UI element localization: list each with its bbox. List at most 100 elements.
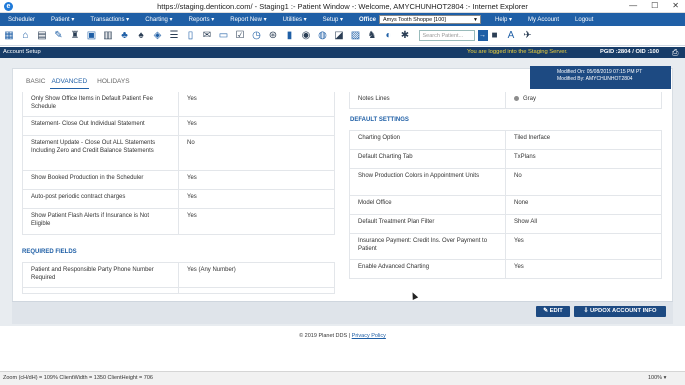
main-menubar: Scheduler Patient ▾ Transactions ▾ Chart… xyxy=(0,13,685,26)
doc-icon[interactable]: ▣ xyxy=(85,29,99,43)
table-row: Default Charting Tab TxPlans xyxy=(349,150,662,169)
menu-scheduler[interactable]: Scheduler xyxy=(0,17,43,23)
table-row: Patient and Responsible Party Phone Numb… xyxy=(22,262,335,288)
modified-info: Modified On: 05/08/2019 07:15 PM PT Modi… xyxy=(530,66,671,89)
eye-icon[interactable]: ◉ xyxy=(299,29,313,43)
copyright-text: © 2019 Planet DDS | xyxy=(299,333,351,339)
tab-holidays[interactable]: HOLIDAYS xyxy=(89,76,136,89)
setting-value: Yes xyxy=(179,92,335,116)
menu-reports[interactable]: Reports ▾ xyxy=(181,16,223,23)
setting-label: Insurance Payment: Credit Ins. Over Paym… xyxy=(349,234,506,259)
home-icon[interactable]: ⌂ xyxy=(19,29,33,43)
zoom-level-dropdown[interactable]: 100% ▾ xyxy=(648,372,666,385)
mail-icon[interactable]: ✉ xyxy=(200,29,214,43)
broadcast-icon[interactable]: ✈ xyxy=(521,29,535,43)
updox-account-info-button[interactable]: ⇩ UPDOX ACCOUNT INFO xyxy=(574,306,666,317)
setting-label: Show Production Colors in Appointment Un… xyxy=(349,169,506,195)
office-label: Office xyxy=(358,16,376,23)
check-doc-icon[interactable]: ☑ xyxy=(233,29,247,43)
menu-patient[interactable]: Patient ▾ xyxy=(43,16,82,23)
menu-help[interactable]: Help ▾ xyxy=(487,16,520,23)
people-icon[interactable]: ♣ xyxy=(118,29,132,43)
settings-icon[interactable]: ✱ xyxy=(398,29,412,43)
table-row: Show Production Colors in Appointment Un… xyxy=(349,169,662,196)
setting-label: Auto-post periodic contract charges xyxy=(22,190,179,208)
default-settings-title: DEFAULT SETTINGS xyxy=(350,117,409,123)
menu-report-new[interactable]: Report New ▾ xyxy=(222,16,274,23)
office-select[interactable]: Amys Tooth Shoppe [100] ▼ xyxy=(379,15,481,24)
pgid-oid: PGID :2804 / OID :100 xyxy=(600,49,659,55)
setting-label: Notes Lines xyxy=(349,92,506,108)
default-settings-table: Charting Option Tiled Inerface Default C… xyxy=(349,130,662,279)
setting-label: Default Charting Tab xyxy=(349,150,506,168)
tooth-chart-icon[interactable]: ◈ xyxy=(151,29,165,43)
menu-charting[interactable]: Charting ▾ xyxy=(137,16,180,23)
edit-button[interactable]: ✎ EDIT xyxy=(536,306,570,317)
patient-search-input[interactable]: Search Patient... xyxy=(418,30,475,41)
table-row: Enable Advanced Charting Yes xyxy=(349,260,662,279)
edit-icon[interactable]: ✎ xyxy=(52,29,66,43)
staging-notice: You are logged into the Staging Server. xyxy=(467,49,568,55)
maximize-button[interactable]: ☐ xyxy=(651,1,658,10)
search-go-icon[interactable]: → xyxy=(477,30,488,41)
table-row: Model Office None xyxy=(349,196,662,215)
table-row: Show Patient Flash Alerts if Insurance i… xyxy=(22,209,335,235)
text-size-icon[interactable]: A xyxy=(504,29,518,43)
minimize-button[interactable]: — xyxy=(629,1,637,10)
menu-my-account[interactable]: My Account xyxy=(520,17,567,23)
group-icon[interactable]: ♠ xyxy=(134,29,148,43)
chat-icon[interactable]: ▭ xyxy=(217,29,231,43)
page-header-bar: Account Setup You are logged into the St… xyxy=(0,47,685,58)
window-titlebar: e https://staging.denticon.com/ - Stagin… xyxy=(0,0,685,13)
modified-on: Modified On: 05/08/2019 07:15 PM PT xyxy=(557,69,643,75)
square-icon[interactable]: ■ xyxy=(488,29,502,43)
globe-icon[interactable]: ◍ xyxy=(316,29,330,43)
window-controls: — ☐ ✕ xyxy=(629,1,679,10)
alert-icon[interactable]: ⊛ xyxy=(266,29,280,43)
tab-strip: BASIC ADVANCED HOLIDAYS xyxy=(12,76,137,89)
menu-setup[interactable]: Setup ▾ xyxy=(315,16,351,23)
users-icon[interactable]: ♞ xyxy=(365,29,379,43)
tooth-icon[interactable]: ♜ xyxy=(68,29,82,43)
table-row: Auto-post periodic contract charges Yes xyxy=(22,190,335,209)
office-select-value: Amys Tooth Shoppe [100] xyxy=(383,17,446,23)
quick-toolbar: ▦ ⌂ ▤ ✎ ♜ ▣ ▥ ♣ ♠ ◈ ☰ ▯ ✉ ▭ ☑ ◷ ⊛ ▮ ◉ ◍ … xyxy=(0,26,685,46)
dashboard-icon[interactable]: ◐ xyxy=(382,29,396,43)
setting-value: Yes xyxy=(179,171,335,189)
page-title: Account Setup xyxy=(3,49,41,55)
tab-advanced[interactable]: ADVANCED xyxy=(49,76,90,89)
menu-utilities[interactable]: Utilities ▾ xyxy=(275,16,315,23)
grid-icon[interactable]: ▤ xyxy=(35,29,49,43)
list-icon[interactable]: ☰ xyxy=(167,29,181,43)
menu-transactions[interactable]: Transactions ▾ xyxy=(82,16,137,23)
setting-label: Statement- Close Out Individual Statemen… xyxy=(22,117,179,135)
browser-statusbar: Zoom (cH/dH) = 109% ClientWidth = 1350 C… xyxy=(0,371,685,385)
setting-label: Show Booked Production in the Scheduler xyxy=(22,171,179,189)
setting-label: Patient and Responsible Party Phone Numb… xyxy=(22,263,179,287)
menu-logout[interactable]: Logout xyxy=(567,17,601,23)
chevron-down-icon: ▼ xyxy=(473,17,478,23)
privacy-policy-link[interactable]: Privacy Policy xyxy=(352,333,386,339)
calendar-icon[interactable]: ▦ xyxy=(2,29,16,43)
setting-value: Yes xyxy=(179,117,335,135)
notes-lines-table: Notes Lines Gray xyxy=(349,92,662,109)
setting-value: Gray xyxy=(506,92,662,108)
page-footer: © 2019 Planet DDS | Privacy Policy xyxy=(0,333,685,339)
book-icon[interactable]: ▮ xyxy=(283,29,297,43)
required-fields-title: REQUIRED FIELDS xyxy=(22,249,77,255)
table-row: Only Show Office Items in Default Patien… xyxy=(22,92,335,117)
table-row: Charting Option Tiled Inerface xyxy=(349,131,662,150)
message-icon[interactable]: ◪ xyxy=(332,29,346,43)
close-button[interactable]: ✕ xyxy=(672,1,679,10)
image-icon[interactable]: ▨ xyxy=(349,29,363,43)
setting-value: Yes xyxy=(506,260,662,278)
tab-basic[interactable]: BASIC xyxy=(12,76,53,89)
calc-icon[interactable]: ▥ xyxy=(101,29,115,43)
setting-value: Yes xyxy=(179,190,335,208)
modified-by: Modified By: AMYCHUNHOT2804 xyxy=(557,76,633,82)
clock-icon[interactable]: ◷ xyxy=(250,29,264,43)
setting-label: Show Patient Flash Alerts if Insurance i… xyxy=(22,209,179,234)
setting-label: Enable Advanced Charting xyxy=(349,260,506,278)
page-icon[interactable]: ▯ xyxy=(184,29,198,43)
print-icon[interactable]: ⎙ xyxy=(672,47,678,58)
